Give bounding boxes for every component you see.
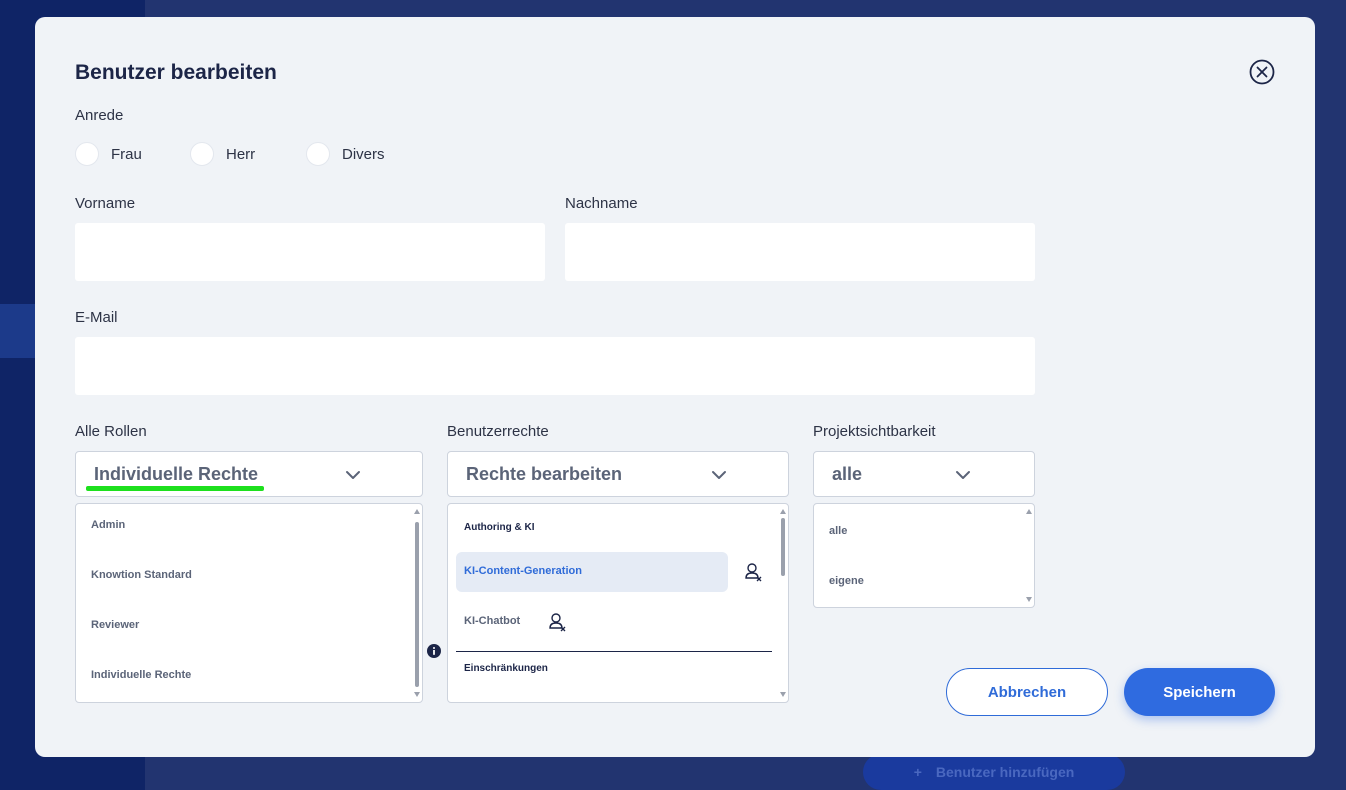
chevron-down-icon — [346, 471, 360, 479]
last-name-label: Nachname — [565, 195, 638, 212]
modal-title: Benutzer bearbeiten — [75, 61, 277, 84]
role-option-admin[interactable]: Admin — [91, 519, 125, 531]
scroll-down-icon[interactable] — [780, 692, 786, 697]
project-visibility-dropdown-list[interactable]: alle eigene — [813, 503, 1035, 608]
section-divider — [456, 651, 772, 652]
project-visibility-label: Projektsichtbarkeit — [813, 423, 936, 440]
rights-item-label: KI-Content-Generation — [464, 565, 582, 577]
role-option-reviewer[interactable]: Reviewer — [91, 619, 139, 631]
user-remove-icon[interactable] — [744, 562, 762, 582]
highlight-underline — [86, 486, 264, 491]
first-name-field[interactable] — [75, 223, 545, 281]
plus-icon: + — [913, 764, 922, 780]
close-icon[interactable] — [1249, 59, 1275, 85]
section-restrictions: Einschränkungen — [464, 663, 548, 674]
sidebar-active-item — [0, 304, 35, 358]
edit-user-modal: Benutzer bearbeiten Anrede Frau Herr Div… — [35, 17, 1315, 757]
first-name-label: Vorname — [75, 195, 136, 212]
user-rights-dropdown-list[interactable]: Authoring & KI KI-Content-Generation KI-… — [447, 503, 789, 703]
roles-dropdown-list[interactable]: Admin Knowtion Standard Reviewer Individ… — [75, 503, 423, 703]
role-option-individual[interactable]: Individuelle Rechte — [91, 669, 191, 681]
scrollbar-thumb[interactable] — [415, 522, 419, 687]
scroll-down-icon[interactable] — [414, 692, 420, 697]
rights-item-content-generation[interactable]: KI-Content-Generation — [456, 552, 728, 592]
radio-label-herr: Herr — [226, 145, 256, 163]
chevron-down-icon — [712, 471, 726, 479]
radio-circle[interactable] — [306, 142, 330, 166]
save-button[interactable]: Speichern — [1124, 668, 1275, 716]
scroll-up-icon[interactable] — [1026, 509, 1032, 514]
roles-label: Alle Rollen — [75, 423, 147, 440]
radio-herr[interactable]: Herr — [190, 142, 255, 166]
rights-item-chatbot[interactable]: KI-Chatbot — [464, 615, 520, 627]
role-option-standard[interactable]: Knowtion Standard — [91, 569, 192, 581]
salutation-label: Anrede — [75, 107, 124, 124]
radio-divers[interactable]: Divers — [306, 142, 385, 166]
radio-frau[interactable]: Frau — [75, 142, 142, 166]
radio-circle[interactable] — [75, 142, 99, 166]
radio-label-divers: Divers — [342, 145, 385, 163]
scroll-up-icon[interactable] — [414, 509, 420, 514]
info-icon[interactable] — [427, 644, 441, 658]
chevron-down-icon — [956, 471, 970, 479]
project-visibility-select[interactable]: alle — [813, 451, 1035, 497]
scroll-up-icon[interactable] — [780, 509, 786, 514]
user-rights-selected-value: Rechte bearbeiten — [466, 463, 623, 484]
user-rights-label: Benutzerrechte — [447, 423, 549, 440]
email-field[interactable] — [75, 337, 1035, 395]
radio-circle[interactable] — [190, 142, 214, 166]
roles-selected-value: Individuelle Rechte — [94, 463, 259, 484]
add-user-button[interactable]: + Benutzer hinzufügen — [863, 754, 1125, 790]
last-name-field[interactable] — [565, 223, 1035, 281]
section-authoring: Authoring & KI — [464, 522, 535, 533]
radio-label-frau: Frau — [111, 145, 142, 163]
visibility-option-own[interactable]: eigene — [829, 575, 864, 587]
user-remove-icon[interactable] — [548, 612, 566, 632]
visibility-option-all[interactable]: alle — [829, 525, 847, 537]
scrollbar-thumb[interactable] — [781, 518, 785, 576]
cancel-button[interactable]: Abbrechen — [946, 668, 1108, 716]
add-user-label: Benutzer hinzufügen — [935, 764, 1075, 780]
email-label: E-Mail — [75, 309, 118, 326]
project-visibility-selected-value: alle — [832, 463, 863, 484]
scroll-down-icon[interactable] — [1026, 597, 1032, 602]
user-rights-select[interactable]: Rechte bearbeiten — [447, 451, 789, 497]
